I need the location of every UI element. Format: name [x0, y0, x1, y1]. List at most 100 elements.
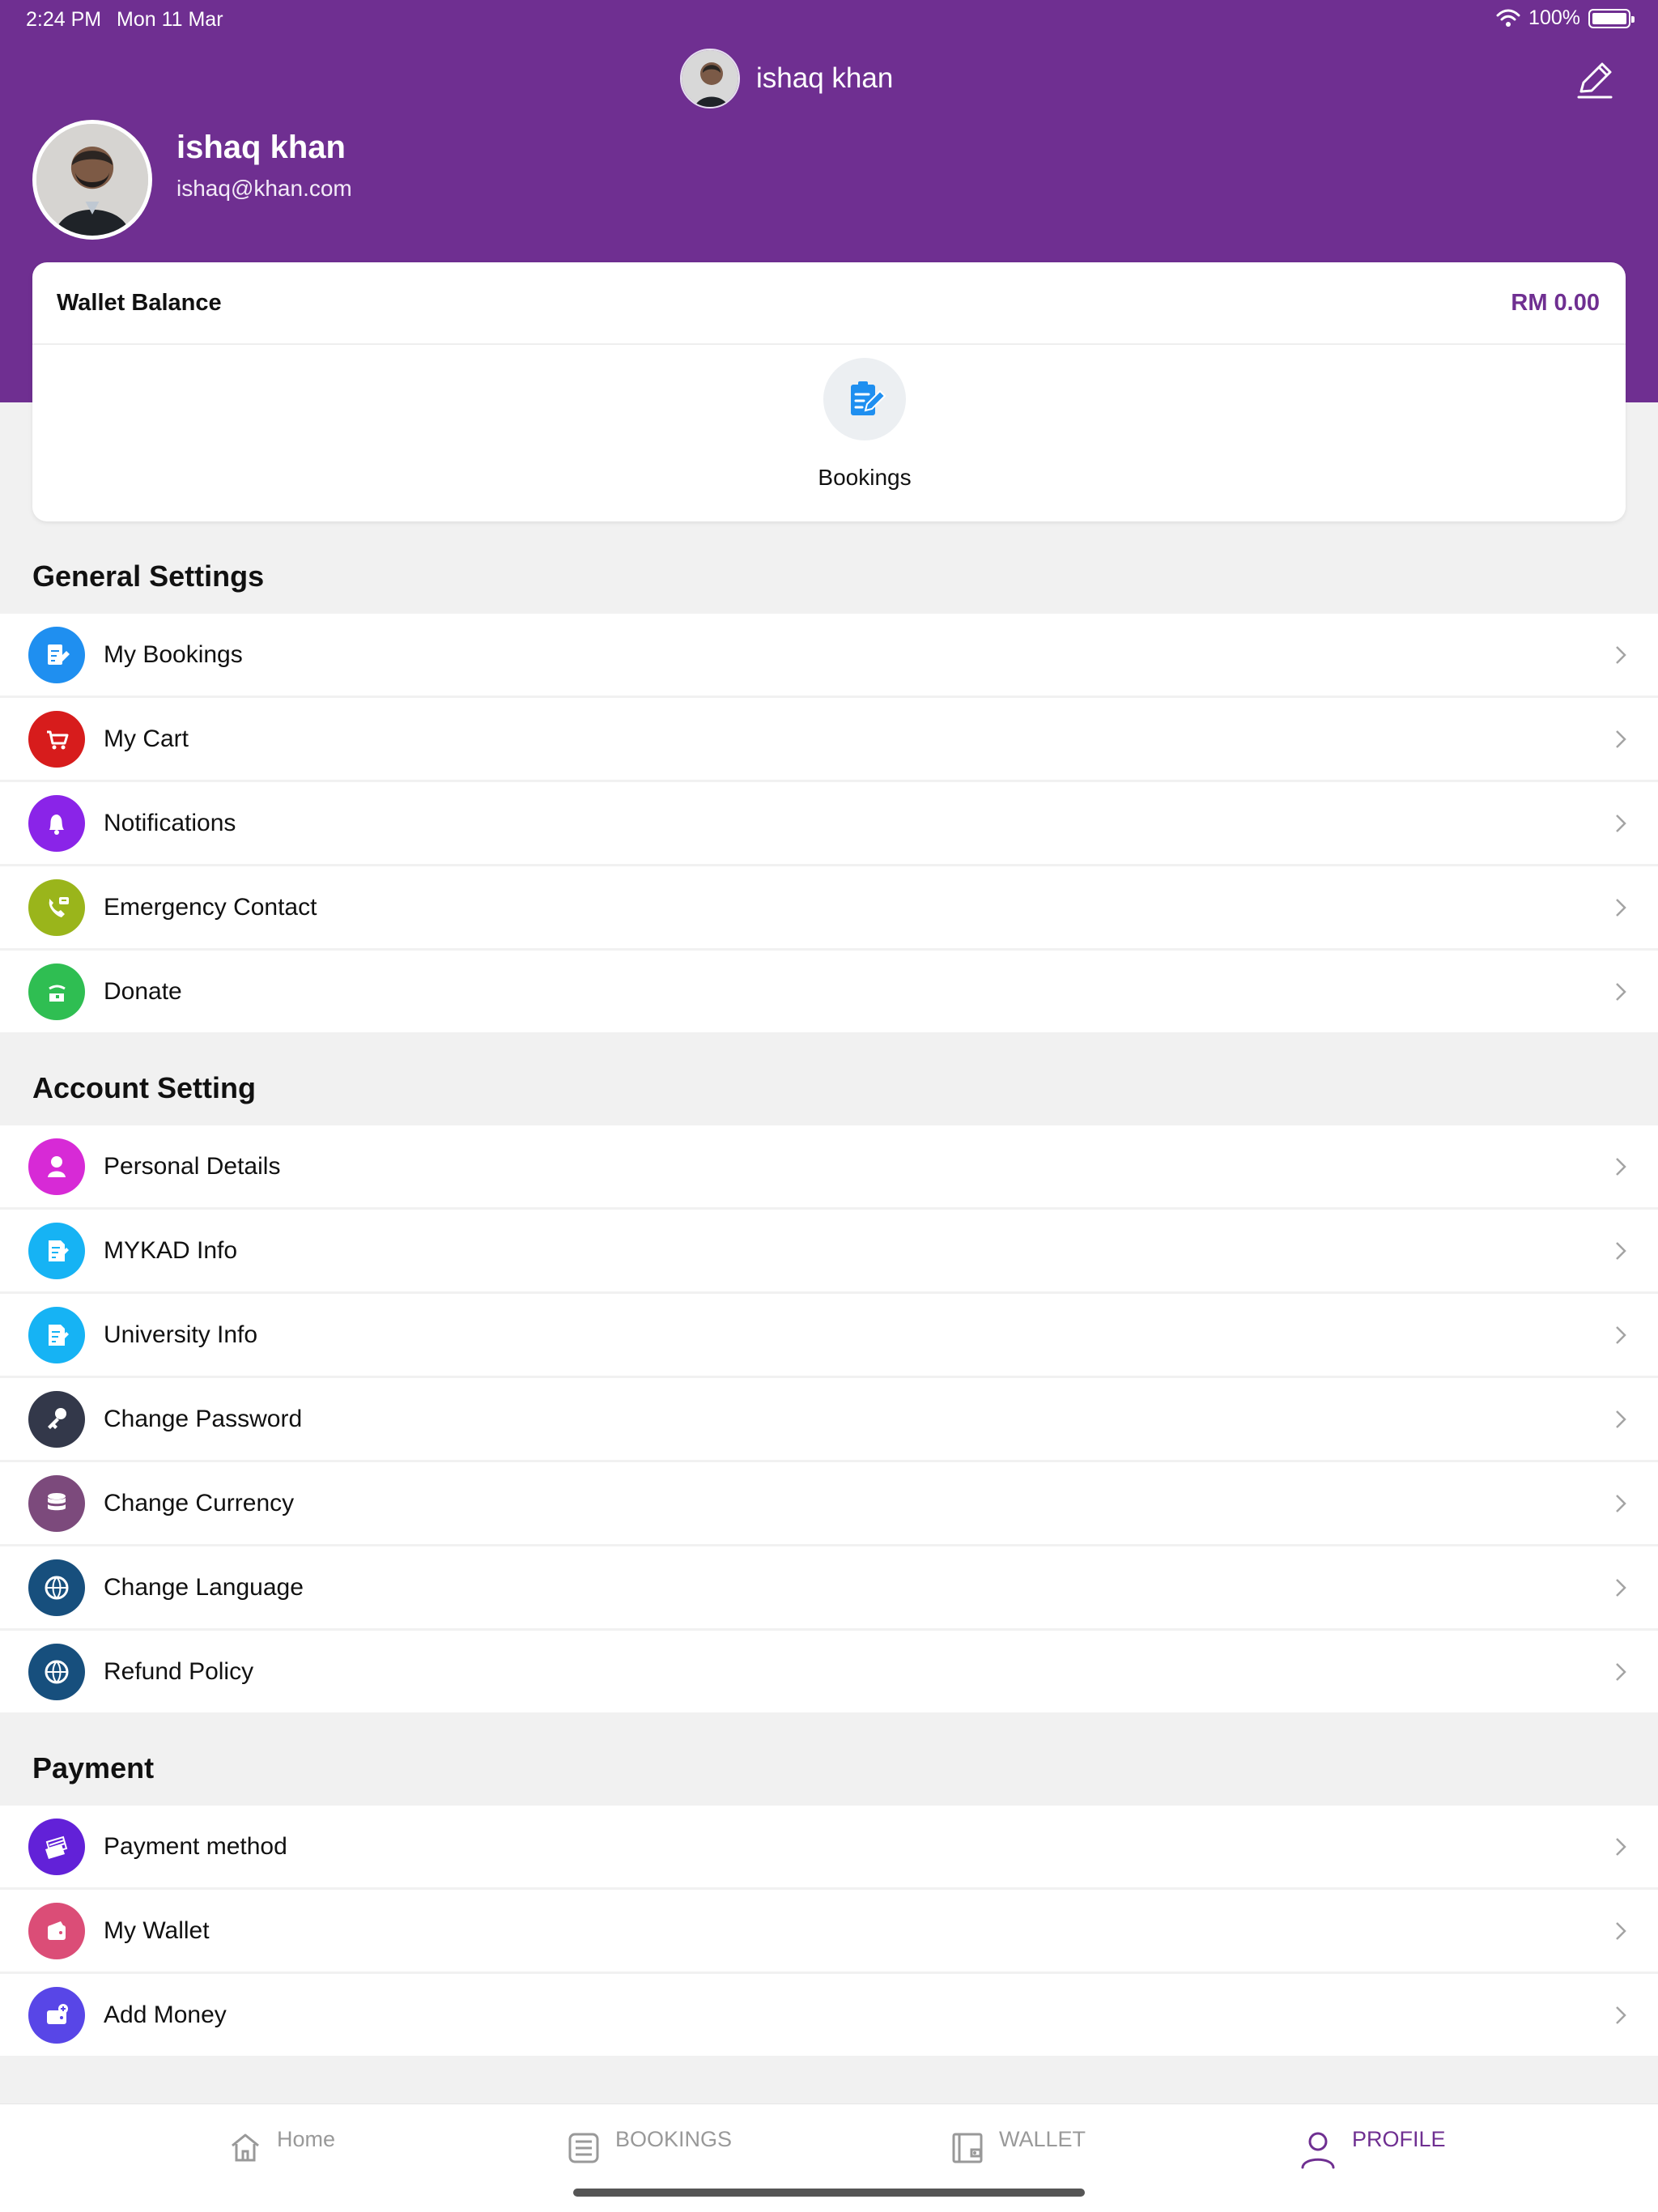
tab-wallet[interactable]: WALLET	[949, 2129, 1086, 2166]
profile-email: ishaq@khan.com	[176, 176, 352, 201]
profile-name: ishaq khan	[176, 130, 346, 165]
change-language-item[interactable]: Change Language	[0, 1546, 1658, 1628]
emergency-contact-icon	[28, 878, 85, 936]
small-avatar	[680, 49, 740, 108]
battery-icon	[1588, 8, 1635, 28]
my-bookings-item[interactable]: My Bookings	[0, 614, 1658, 696]
edit-profile-icon[interactable]	[1572, 57, 1618, 102]
tab-bookings[interactable]: BOOKINGS	[565, 2129, 732, 2166]
item-label: My Wallet	[104, 1916, 210, 1944]
general-settings-title: General Settings	[32, 559, 265, 593]
chevron-right-icon	[1616, 2006, 1626, 2024]
clipboard-edit-icon	[28, 626, 85, 683]
status-time: 2:24 PM	[26, 8, 102, 31]
add-money-item[interactable]: Add Money	[0, 1974, 1658, 2056]
change-currency-item[interactable]: Change Currency	[0, 1462, 1658, 1544]
cart-icon	[28, 710, 85, 768]
bookings-tab-icon	[568, 2133, 599, 2163]
chevron-right-icon	[1616, 982, 1626, 1001]
wallet-card: Wallet Balance RM 0.00 Bookings	[32, 262, 1626, 521]
chevron-right-icon	[1616, 1241, 1626, 1260]
chevron-right-icon	[1616, 730, 1626, 748]
item-label: Donate	[104, 977, 182, 1005]
my-wallet-item[interactable]: My Wallet	[0, 1890, 1658, 1972]
payment-method-item[interactable]: Payment method	[0, 1806, 1658, 1887]
chevron-right-icon	[1616, 1410, 1626, 1428]
refund-policy-item[interactable]: Refund Policy	[0, 1631, 1658, 1712]
profile-avatar[interactable]	[32, 120, 152, 240]
item-label: Add Money	[104, 2001, 227, 2028]
payment-title: Payment	[32, 1751, 155, 1784]
item-label: Notifications	[104, 809, 236, 836]
chevron-right-icon	[1616, 814, 1626, 832]
tab-bookings-label: BOOKINGS	[615, 2127, 733, 2151]
wallet-tab-icon	[952, 2133, 983, 2163]
wallet-balance-label: Wallet Balance	[57, 289, 222, 316]
notifications-item[interactable]: Notifications	[0, 782, 1658, 864]
account-setting-list: Personal Details MYKAD Info University I…	[0, 1125, 1658, 1715]
person-icon	[28, 1138, 85, 1195]
tab-home[interactable]: Home	[227, 2129, 335, 2166]
coins-icon	[28, 1474, 85, 1532]
bookings-icon	[851, 381, 886, 415]
item-label: My Cart	[104, 725, 189, 752]
chevron-right-icon	[1616, 1494, 1626, 1512]
chevron-right-icon	[1616, 1921, 1626, 1940]
home-icon	[232, 2133, 259, 2162]
navigation-title-text: ishaq khan	[756, 62, 894, 94]
document-edit-icon	[28, 1306, 85, 1363]
item-label: Refund Policy	[104, 1657, 254, 1685]
chevron-right-icon	[1616, 1662, 1626, 1681]
document-edit-icon	[28, 1222, 85, 1279]
key-icon	[28, 1390, 85, 1448]
payment-list: Payment method My Wallet Add Money	[0, 1806, 1658, 2058]
globe-icon	[28, 1643, 85, 1700]
chevron-right-icon	[1616, 1578, 1626, 1597]
wallet-balance-row: Wallet Balance RM 0.00	[32, 262, 1626, 345]
status-date: Mon 11 Mar	[117, 8, 223, 31]
mykad-info-item[interactable]: MYKAD Info	[0, 1210, 1658, 1291]
status-bar: 2:24 PM Mon 11 Mar 100%	[0, 0, 1658, 39]
status-right: 100%	[1496, 6, 1635, 30]
chevron-right-icon	[1616, 1157, 1626, 1176]
my-cart-item[interactable]: My Cart	[0, 698, 1658, 780]
cards-icon	[28, 1818, 85, 1875]
item-label: Change Password	[104, 1405, 303, 1432]
chevron-right-icon	[1616, 645, 1626, 664]
item-label: Personal Details	[104, 1152, 281, 1180]
personal-details-item[interactable]: Personal Details	[0, 1125, 1658, 1207]
general-settings-list: My Bookings My Cart Notifications Emerge…	[0, 614, 1658, 1035]
bookings-shortcut-label: Bookings	[818, 465, 912, 490]
item-label: University Info	[104, 1321, 258, 1348]
change-password-item[interactable]: Change Password	[0, 1378, 1658, 1460]
globe-icon	[28, 1559, 85, 1616]
item-label: Payment method	[104, 1832, 287, 1860]
item-label: Change Currency	[104, 1489, 295, 1516]
university-info-item[interactable]: University Info	[0, 1294, 1658, 1376]
bookings-shortcut[interactable]: Bookings	[776, 358, 954, 508]
bell-icon	[28, 794, 85, 852]
chevron-right-icon	[1616, 1837, 1626, 1856]
wallet-balance-value: RM 0.00	[1511, 289, 1600, 316]
wifi-icon	[1496, 9, 1520, 27]
account-setting-title: Account Setting	[32, 1071, 256, 1104]
item-label: Emergency Contact	[104, 893, 317, 921]
item-label: Change Language	[104, 1573, 304, 1601]
bookings-icon-circle	[823, 358, 906, 440]
donate-item[interactable]: Donate	[0, 951, 1658, 1032]
add-money-icon	[28, 1986, 85, 2044]
donate-icon	[28, 963, 85, 1020]
item-label: MYKAD Info	[104, 1236, 238, 1264]
tab-home-label: Home	[277, 2127, 336, 2151]
profile-icon	[1301, 2132, 1335, 2169]
tab-profile-label: PROFILE	[1352, 2127, 1446, 2151]
navigation-title: ishaq khan	[680, 49, 893, 108]
item-label: My Bookings	[104, 640, 243, 668]
emergency-contact-item[interactable]: Emergency Contact	[0, 866, 1658, 948]
home-indicator	[573, 2189, 1085, 2197]
wallet-icon	[28, 1902, 85, 1959]
tab-wallet-label: WALLET	[999, 2127, 1086, 2151]
chevron-right-icon	[1616, 898, 1626, 917]
chevron-right-icon	[1616, 1325, 1626, 1344]
tab-profile[interactable]: PROFILE	[1297, 2129, 1446, 2171]
